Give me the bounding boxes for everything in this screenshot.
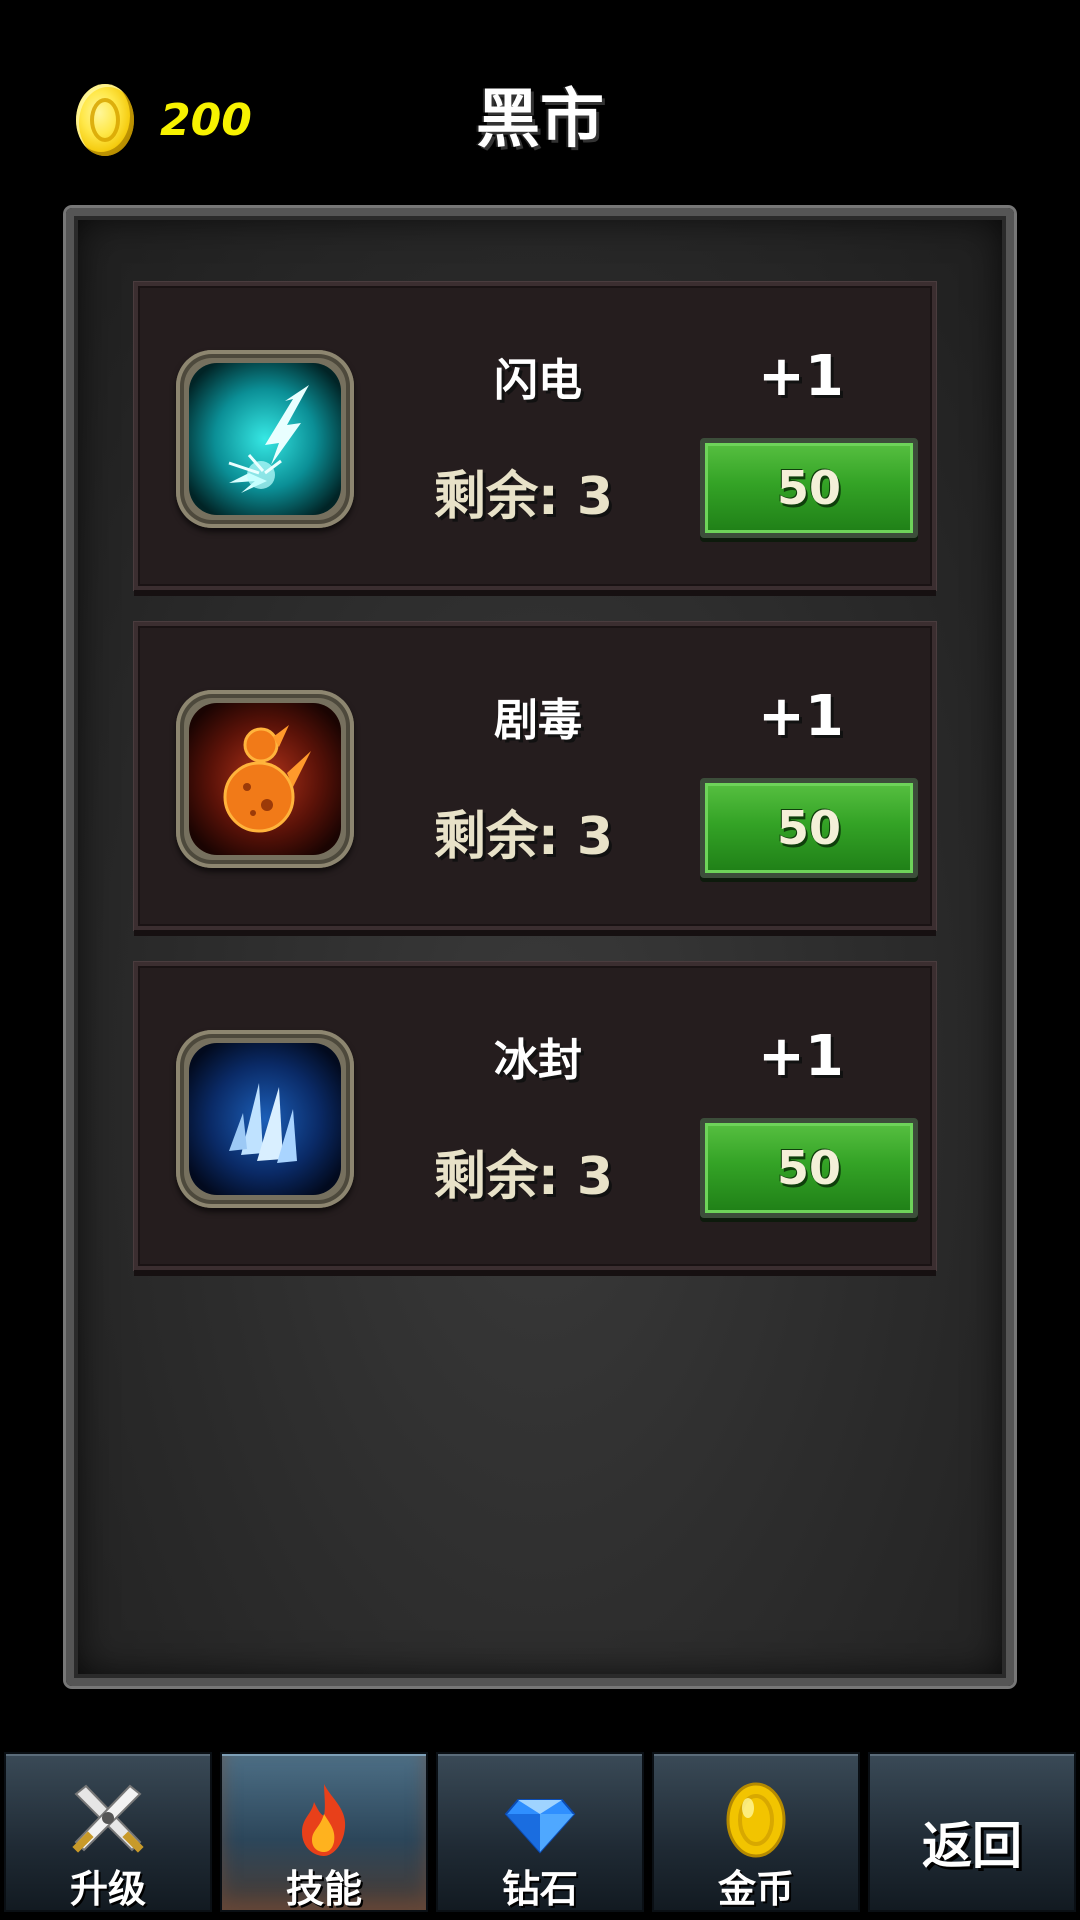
page-title: 黑市	[476, 83, 604, 157]
skill-icon-frame	[176, 690, 354, 868]
gold-coin-icon	[654, 1780, 858, 1860]
buy-price: 50	[776, 461, 841, 515]
skill-card-lightning: 闪电 剩余: 3 +1 50	[134, 282, 936, 590]
back-button[interactable]: 返回	[868, 1752, 1076, 1912]
skill-remaining: 剩余: 3	[434, 1147, 614, 1207]
skill-increment: +1	[758, 1024, 844, 1089]
skill-remaining: 剩余: 3	[434, 807, 614, 867]
ice-spikes-icon	[189, 1043, 341, 1195]
skill-name: 剧毒	[494, 695, 582, 746]
tab-label: 技能	[285, 1867, 362, 1911]
skill-name: 闪电	[494, 355, 582, 406]
lightning-icon	[189, 363, 341, 515]
skill-remaining: 剩余: 3	[434, 467, 614, 527]
tab-upgrade[interactable]: 升级	[4, 1752, 212, 1912]
skill-increment: +1	[758, 344, 844, 409]
buy-price: 50	[776, 801, 841, 855]
tab-diamonds[interactable]: 钻石	[436, 1752, 644, 1912]
poison-meteor-icon	[189, 703, 341, 855]
buy-price: 50	[776, 1141, 841, 1195]
skill-increment: +1	[758, 684, 844, 749]
skill-name: 冰封	[494, 1035, 582, 1086]
tab-label: 钻石	[501, 1867, 578, 1911]
skill-icon-frame	[176, 350, 354, 528]
skill-card-ice: 冰封 剩余: 3 +1 50	[134, 962, 936, 1270]
fire-icon	[222, 1780, 426, 1860]
bottom-tab-bar: 升级 技能 钻石 金币 返回	[0, 1750, 1080, 1920]
diamond-icon	[438, 1780, 642, 1860]
skill-card-poison: 剧毒 剩余: 3 +1 50	[134, 622, 936, 930]
buy-lightning-button[interactable]: 50	[700, 438, 918, 538]
tab-gold[interactable]: 金币	[652, 1752, 860, 1912]
buy-ice-button[interactable]: 50	[700, 1118, 918, 1218]
crossed-swords-icon	[6, 1780, 210, 1860]
back-label: 返回	[922, 1817, 1022, 1875]
buy-poison-button[interactable]: 50	[700, 778, 918, 878]
tab-skills[interactable]: 技能	[220, 1752, 428, 1912]
black-market-screen: 200 黑市 闪电 剩余: 3 +1 50 剧毒 剩余: 3 +1 50 冰封 …	[0, 0, 1080, 1920]
tab-label: 金币	[717, 1867, 794, 1911]
tab-label: 升级	[69, 1867, 146, 1911]
skill-icon-frame	[176, 1030, 354, 1208]
